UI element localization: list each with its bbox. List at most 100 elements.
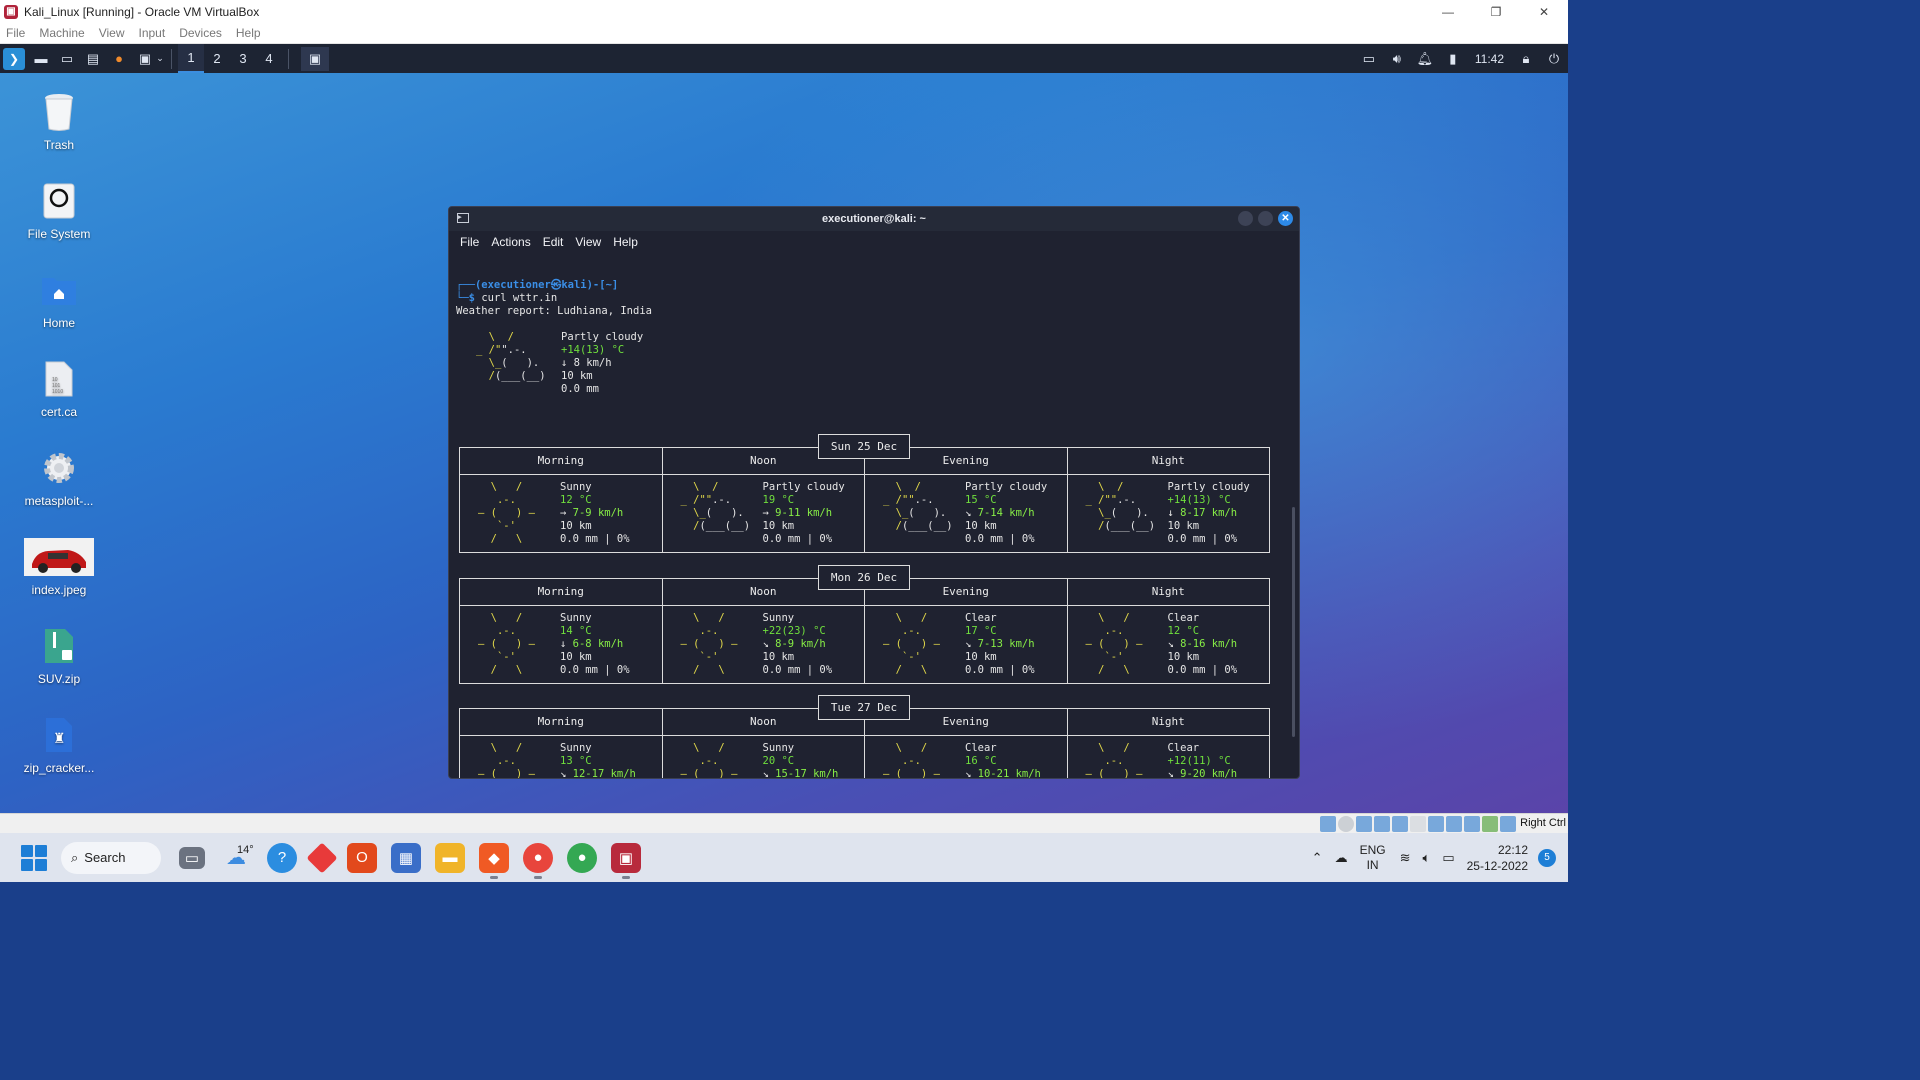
minimize-button[interactable]: —: [1424, 0, 1472, 23]
mouse-integration-icon[interactable]: [1482, 816, 1498, 832]
terminal-close-button[interactable]: ✕: [1278, 211, 1293, 226]
workspace-1[interactable]: 1: [178, 44, 204, 73]
desktop-icon-file-system[interactable]: File System: [14, 181, 104, 241]
menu-input[interactable]: Input: [139, 26, 166, 40]
wifi-icon[interactable]: ≋: [1400, 850, 1411, 866]
wind-speed: 7-14 km/h: [977, 507, 1035, 519]
notification-badge[interactable]: 5: [1538, 848, 1556, 867]
terminal-menu-actions[interactable]: Actions: [491, 235, 530, 249]
power-icon[interactable]: ⏻: [1540, 51, 1568, 67]
display-icon[interactable]: [1428, 816, 1444, 832]
terminal-minimize-button[interactable]: [1238, 211, 1253, 226]
firefox-icon[interactable]: ●: [109, 49, 129, 69]
drive-icon: [41, 181, 77, 221]
workspace-2[interactable]: 2: [204, 44, 230, 73]
wind-speed: 15-17 km/h: [775, 768, 839, 779]
host-key-label: Right Ctrl: [1520, 817, 1566, 829]
notification-bell-icon[interactable]: 🔔︎: [1411, 51, 1439, 67]
shared-folders-icon[interactable]: [1410, 816, 1426, 832]
taskbar-search[interactable]: ⌕ Search: [61, 841, 161, 874]
day-label: Mon 26 Dec: [818, 565, 910, 590]
terminal-menu-view[interactable]: View: [575, 235, 601, 249]
file-explorer-icon[interactable]: ▬: [435, 842, 465, 873]
anydesk-icon[interactable]: [306, 841, 338, 874]
chrome-icon[interactable]: ●: [523, 842, 553, 879]
precipitation: 0.0 mm | 0%: [762, 664, 833, 676]
menu-devices[interactable]: Devices: [179, 26, 222, 40]
wind-speed: 7-9 km/h: [572, 507, 624, 519]
zip-archive-icon: [41, 626, 77, 666]
microsoft-store-icon[interactable]: ▦: [391, 842, 421, 873]
terminal-maximize-button[interactable]: [1258, 211, 1273, 226]
wind-arrow-icon: ↘: [762, 768, 769, 779]
desktop-icon-cert[interactable]: 10 101 1010 cert.ca: [14, 359, 104, 419]
workspace-4[interactable]: 4: [256, 44, 282, 73]
usb-icon[interactable]: [1392, 816, 1408, 832]
menu-file[interactable]: File: [6, 26, 25, 40]
kali-menu-icon[interactable]: ❯: [3, 47, 25, 70]
menu-machine[interactable]: Machine: [39, 26, 84, 40]
hard-disk-icon[interactable]: [1320, 816, 1336, 832]
chevron-up-icon[interactable]: ⌃: [1312, 850, 1323, 866]
sun-art-icon: \ / .-. ― ( ) ― `-' / \: [478, 742, 535, 779]
text-editor-icon[interactable]: ▤: [83, 49, 103, 69]
onedrive-cloud-icon[interactable]: ☁: [1335, 850, 1348, 866]
desktop-icon-home[interactable]: Home: [14, 270, 104, 330]
wind-speed: 7-13 km/h: [977, 638, 1035, 650]
search-label: Search: [84, 850, 126, 865]
windows-start-button[interactable]: [21, 844, 47, 871]
menu-view[interactable]: View: [99, 26, 125, 40]
brave-browser-icon[interactable]: ◆: [479, 842, 509, 879]
panel-clock[interactable]: 11:42: [1475, 52, 1504, 66]
terminal-window[interactable]: ▸ executioner@kali: ~ ✕ File Actions Edi…: [448, 206, 1300, 779]
header-night: Night: [1151, 715, 1185, 728]
file-manager-icon[interactable]: ▭: [57, 49, 77, 69]
trash-icon: [41, 92, 77, 132]
chrome-profile-icon[interactable]: ●: [567, 842, 597, 873]
keyboard-icon[interactable]: [1500, 816, 1516, 832]
desktop-icon-label: zip_cracker...: [23, 761, 95, 775]
close-button[interactable]: ✕: [1520, 0, 1568, 23]
chevron-down-icon[interactable]: ⌄: [155, 49, 165, 69]
speaker-icon[interactable]: 🔈︎: [1423, 850, 1431, 866]
virtualbox-logo-icon: ▣: [4, 4, 18, 19]
workspace-3[interactable]: 3: [230, 44, 256, 73]
virtualbox-taskbar-icon[interactable]: ▣: [611, 842, 641, 879]
terminal-titlebar[interactable]: ▸ executioner@kali: ~ ✕: [449, 207, 1299, 231]
battery-icon[interactable]: ▮: [1439, 51, 1467, 67]
desktop-icon-trash[interactable]: Trash: [14, 92, 104, 152]
terminal-icon[interactable]: ▣: [135, 49, 155, 69]
help-app-icon[interactable]: ?: [267, 842, 297, 873]
screen-icon[interactable]: ▭: [1355, 51, 1383, 67]
cpu-icon[interactable]: [1464, 816, 1480, 832]
condition: Sunny: [560, 481, 592, 493]
optical-drive-icon[interactable]: [1338, 816, 1354, 832]
task-view-icon[interactable]: ▭: [179, 846, 205, 869]
desktop-icon-zip-cracker[interactable]: ♜ zip_cracker...: [14, 715, 104, 775]
volume-icon[interactable]: 🔊︎: [1383, 51, 1411, 67]
restore-button[interactable]: ❐: [1472, 0, 1520, 23]
terminal-menu-edit[interactable]: Edit: [543, 235, 564, 249]
show-desktop-icon[interactable]: ▬: [31, 49, 51, 69]
language-indicator[interactable]: ENG IN: [1360, 843, 1386, 873]
temperature: 19 °C: [762, 494, 795, 506]
temperature: 20 °C: [762, 755, 795, 767]
office-icon[interactable]: O: [347, 842, 377, 873]
desktop-icon-index-jpeg[interactable]: index.jpeg: [14, 537, 104, 597]
recording-icon[interactable]: [1446, 816, 1462, 832]
network-icon[interactable]: [1374, 816, 1390, 832]
battery-charging-icon[interactable]: ▭: [1442, 850, 1454, 866]
system-clock[interactable]: 22:12 25-12-2022: [1467, 842, 1528, 874]
visibility: 10 km: [1167, 651, 1200, 663]
desktop-icon-suv-zip[interactable]: SUV.zip: [14, 626, 104, 686]
terminal-menu-help[interactable]: Help: [613, 235, 638, 249]
home-folder-icon: [41, 270, 77, 310]
taskbar-terminal-window-icon[interactable]: ▣: [301, 46, 329, 71]
terminal-scrollbar[interactable]: [1292, 507, 1295, 737]
desktop-icon-metasploit[interactable]: metasploit-...: [14, 448, 104, 508]
audio-icon[interactable]: [1356, 816, 1372, 832]
lock-icon[interactable]: 🔒︎: [1512, 51, 1540, 67]
menu-help[interactable]: Help: [236, 26, 261, 40]
weather-widget[interactable]: ☁ 14°: [219, 844, 254, 868]
terminal-menu-file[interactable]: File: [460, 235, 479, 249]
